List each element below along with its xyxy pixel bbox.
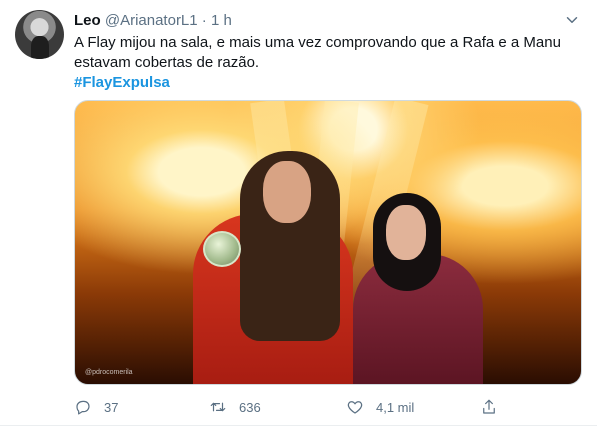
share-button[interactable] xyxy=(480,396,510,418)
tweet-header: Leo @ArianatorL1 · 1 h xyxy=(74,11,232,31)
fishbowl xyxy=(203,231,241,267)
tweet[interactable]: Leo @ArianatorL1 · 1 h A Flay mijou na s… xyxy=(0,0,597,426)
reply-button[interactable]: 37 xyxy=(74,396,118,418)
tweet-text-line: estavam cobertas de razão. xyxy=(74,54,260,71)
retweet-icon xyxy=(210,402,226,412)
author-name[interactable]: Leo xyxy=(74,12,101,29)
hashtag-link[interactable]: #FlayExpulsa xyxy=(74,74,170,91)
heart-icon xyxy=(347,401,363,414)
avatar[interactable] xyxy=(15,10,64,59)
tweet-time[interactable]: 1 h xyxy=(211,12,232,29)
like-count: 4,1 mil xyxy=(376,399,415,415)
author-handle[interactable]: @ArianatorL1 xyxy=(105,12,198,29)
retweet-button[interactable]: 636 xyxy=(209,396,261,418)
separator-dot: · xyxy=(201,12,207,29)
tweet-media-image[interactable]: @pdrocomerila xyxy=(74,100,582,385)
reply-count: 37 xyxy=(104,399,119,415)
speech-bubble-icon xyxy=(76,400,90,415)
tweet-actions: 37 636 4,1 mil xyxy=(74,396,514,418)
share-icon xyxy=(483,399,495,414)
chevron-down-icon[interactable] xyxy=(563,11,581,29)
like-button[interactable]: 4,1 mil xyxy=(346,396,414,418)
retweet-count: 636 xyxy=(239,399,261,415)
media-watermark: @pdrocomerila xyxy=(85,369,133,376)
tweet-text-line: A Flay mijou na sala, e mais uma vez com… xyxy=(74,34,561,51)
tweet-text: A Flay mijou na sala, e mais uma vez com… xyxy=(74,33,574,93)
